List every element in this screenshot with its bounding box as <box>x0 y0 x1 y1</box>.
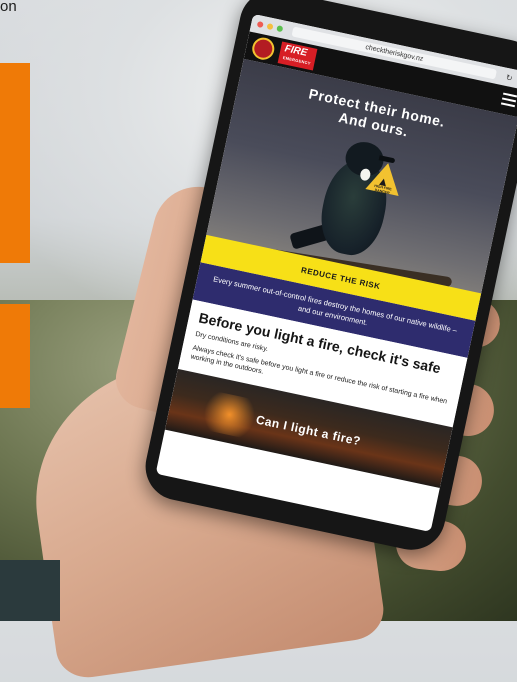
reload-icon[interactable]: ↻ <box>505 72 513 82</box>
logo-subtext: EMERGENCY <box>282 55 312 66</box>
orange-accent-block <box>0 63 30 263</box>
page-fragment-text: on <box>0 0 17 15</box>
maximize-window-icon[interactable] <box>276 25 284 33</box>
orange-accent-block-lower <box>0 304 30 408</box>
sleeve <box>0 560 60 621</box>
minimize-window-icon[interactable] <box>266 23 274 31</box>
emblem-logo[interactable] <box>250 35 277 62</box>
close-window-icon[interactable] <box>256 20 264 29</box>
menu-icon[interactable] <box>500 92 517 111</box>
fire-logo[interactable]: FIRE EMERGENCY <box>277 41 318 71</box>
